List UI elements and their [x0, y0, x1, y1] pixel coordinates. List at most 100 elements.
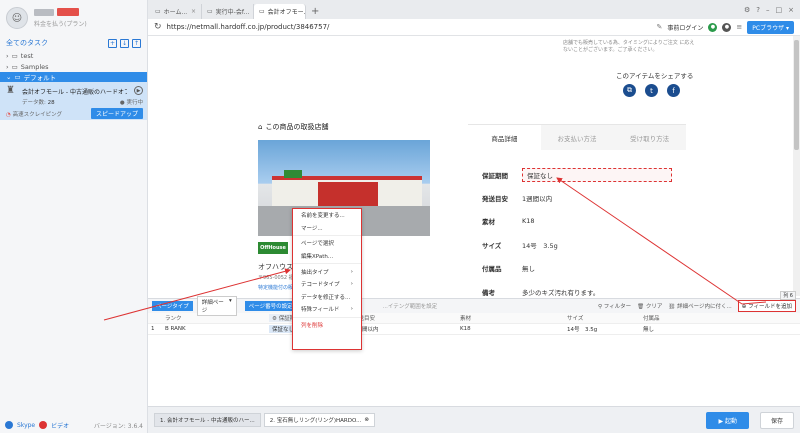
- speed-up-button[interactable]: スピードアップ: [90, 108, 143, 119]
- copy-link-icon[interactable]: ⧉: [623, 84, 636, 97]
- skype-link[interactable]: Skype: [17, 422, 35, 429]
- help-icon[interactable]: ?: [756, 6, 760, 14]
- export-icon[interactable]: ↑: [132, 38, 141, 48]
- url-input[interactable]: https://netmall.hardoff.co.jp/product/38…: [167, 23, 652, 31]
- close-icon: ⊗: [364, 417, 369, 423]
- settings-icon: ⚙: [272, 316, 277, 322]
- menu-item-delete-column[interactable]: 列を削除: [293, 319, 361, 332]
- menu-item-decode-type[interactable]: テコードタイプ ›: [293, 278, 361, 291]
- browser-tabbar: ▭ホーム...× ▭実行中-会f...× ▭会計オフモー...× + ⚙ ? –…: [148, 0, 800, 19]
- browser-tab[interactable]: ▭ ホーム... ×: [150, 4, 202, 19]
- billing-link[interactable]: 料金を払う(プラン): [34, 19, 141, 28]
- tab-product-detail[interactable]: 商品詳細: [468, 125, 541, 150]
- tab-payment[interactable]: お支払い方法: [540, 125, 614, 150]
- filter-button[interactable]: ⚲ フィルター: [598, 302, 631, 310]
- step-tab-active[interactable]: 2. 宝石無しリング(リング)HARDO... ⊗: [263, 413, 375, 427]
- tab-delivery[interactable]: 受け取り方法: [613, 125, 687, 150]
- facebook-icon[interactable]: f: [667, 84, 680, 97]
- new-task-icon[interactable]: +: [108, 38, 117, 48]
- menu-item-special-field[interactable]: 特殊フィールド ›: [293, 303, 361, 316]
- share-icons: ⧉ t f: [623, 84, 680, 97]
- pc-browser-button[interactable]: PCブラウザ ▾: [747, 20, 794, 34]
- close-window-icon[interactable]: ×: [788, 6, 794, 14]
- menu-item-edit-xpath[interactable]: 編集XPath...: [293, 250, 361, 263]
- table-row[interactable]: 1 B RANK 保証なし 1週間以内 K18 14号 3.5g 無し: [148, 324, 800, 335]
- play-icon[interactable]: ▶: [134, 86, 143, 95]
- run-button[interactable]: ▶ 起動: [706, 411, 749, 429]
- range-hint[interactable]: ...イテング範囲を設定: [383, 302, 438, 310]
- column-header[interactable]: 付属品: [640, 314, 740, 322]
- embedded-browser: ▭ホーム...× ▭実行中-会f...× ▭会計オフモー...× + ⚙ ? –…: [148, 0, 800, 296]
- clear-button[interactable]: 🗑 クリア: [637, 302, 662, 310]
- browser-tab-active[interactable]: ▭会計オフモー...×: [254, 4, 306, 19]
- save-button[interactable]: 保存: [759, 411, 794, 429]
- sidebar: ☺ 料金を払う(プラン) 全てのタスク + ↓ ↑ › ▭ test › ▭ Sampl…: [0, 0, 148, 433]
- page-number-button[interactable]: ページ番号の設定: [244, 301, 297, 311]
- menu-item-extract-type[interactable]: 抽出タイプ ›: [293, 265, 361, 278]
- column-count-badge: 列 6: [780, 291, 796, 300]
- maximize-icon[interactable]: □: [776, 6, 783, 14]
- folder-icon: ▭: [11, 62, 18, 71]
- trash-icon: 🗑: [637, 304, 645, 310]
- detail-row: 保証期間 保証なし: [482, 168, 672, 182]
- column-header[interactable]: 発送目安: [350, 314, 457, 322]
- all-tasks-label[interactable]: 全てのタスク: [6, 38, 48, 48]
- close-icon[interactable]: ×: [191, 8, 196, 15]
- avatar[interactable]: ☺: [6, 7, 28, 29]
- filter-icon: ⚲: [597, 304, 602, 310]
- folder-icon: ▭: [14, 73, 21, 81]
- import-icon[interactable]: ↓: [120, 38, 129, 48]
- twitter-icon[interactable]: t: [645, 84, 658, 97]
- video-link[interactable]: ビデオ: [51, 421, 69, 430]
- share-title: このアイテムをシェアする: [616, 72, 694, 80]
- warranty-value-selected[interactable]: 保証なし: [522, 168, 672, 182]
- menu-item-select-in-page[interactable]: ページで選択: [293, 237, 361, 250]
- table-header: ランク ⚙ 保証期間 発送目安 素材 サイズ 付属品: [148, 313, 800, 324]
- page-scrollbar[interactable]: [793, 36, 800, 296]
- user-block[interactable]: ☺ 料金を払う(プラン): [0, 0, 147, 36]
- user-name-redacted: [34, 8, 141, 16]
- shop-name[interactable]: オフハウス: [258, 262, 293, 272]
- new-tab-icon[interactable]: +: [306, 4, 324, 19]
- tree-item-samples[interactable]: › ▭ Samples: [0, 61, 147, 72]
- step-tab[interactable]: 1. 会計オフモール - 中古通販のハー...: [154, 413, 261, 427]
- detail-row: サイズ 14号 3.5g: [482, 242, 558, 250]
- folder-icon: ▭: [11, 51, 18, 60]
- settings-icon[interactable]: ⚙: [744, 6, 750, 14]
- pre-login-button[interactable]: 事前ログイン: [667, 23, 703, 32]
- column-header[interactable]: 素材: [457, 314, 564, 322]
- speed-gauge-icon: ◔: [6, 111, 11, 118]
- stock-note: 店舗でも販売している為、タイミングによりご注文 に応えないことがございます。ご了…: [563, 40, 695, 53]
- detail-row: 備考 多少のキズ汚れ有ります。: [482, 289, 600, 296]
- page-icon: ▭: [155, 8, 161, 15]
- column-header[interactable]: サイズ: [564, 314, 640, 322]
- user-icon[interactable]: ●: [722, 22, 732, 32]
- menu-item-modify-data[interactable]: データを修正する...: [293, 291, 361, 304]
- tree-item-test[interactable]: › ▭ test: [0, 50, 147, 61]
- plus-circle-icon: ⊕: [741, 304, 747, 310]
- data-panel: ページタイプ 詳細ページ ▾ ページ番号の設定 ...イテング範囲を設定 ⚲ フィ…: [148, 291, 800, 406]
- bottom-bar: 1. 会計オフモール - 中古通販のハー... 2. 宝石無しリング(リング)H…: [148, 406, 800, 433]
- panel-toolbar: ページタイプ 詳細ページ ▾ ページ番号の設定 ...イテング範囲を設定 ⚲ フィ…: [148, 296, 800, 316]
- chevron-right-icon: ›: [6, 62, 9, 71]
- chevron-right-icon: ›: [350, 268, 353, 275]
- extension-icon[interactable]: ●: [708, 22, 718, 32]
- reload-icon[interactable]: ↻: [154, 22, 162, 32]
- menu-icon[interactable]: ≡: [736, 23, 742, 31]
- page-type-select[interactable]: 詳細ページ ▾: [196, 296, 237, 316]
- chevron-right-icon: ›: [6, 51, 9, 60]
- task-header: 全てのタスク + ↓ ↑: [0, 36, 147, 50]
- menu-item-merge[interactable]: マージ...: [293, 222, 361, 235]
- browser-tab[interactable]: ▭実行中-会f...×: [202, 4, 254, 19]
- task-card[interactable]: ♜ 会計オフモール - 中古通販のハードオフ公式... ▶ データ数: 28 ●…: [0, 82, 147, 120]
- detail-row: 素材 K18: [482, 217, 535, 226]
- column-header[interactable]: ランク: [162, 314, 269, 322]
- edit-icon[interactable]: ✎: [657, 23, 663, 31]
- menu-item-rename[interactable]: 名前を変更する...: [293, 209, 361, 222]
- tree-item-default[interactable]: ⌄ ▭ デフォルト: [0, 72, 147, 82]
- add-field-button[interactable]: ⊕ フィールドを追加: [737, 300, 796, 312]
- task-title: 会計オフモール - 中古通販のハードオフ公式...: [22, 88, 127, 96]
- chevron-right-icon: ›: [350, 281, 353, 288]
- detail-page-button[interactable]: ⛓ 詳細ページ内に付く...: [668, 302, 731, 310]
- minimize-icon[interactable]: –: [766, 6, 770, 14]
